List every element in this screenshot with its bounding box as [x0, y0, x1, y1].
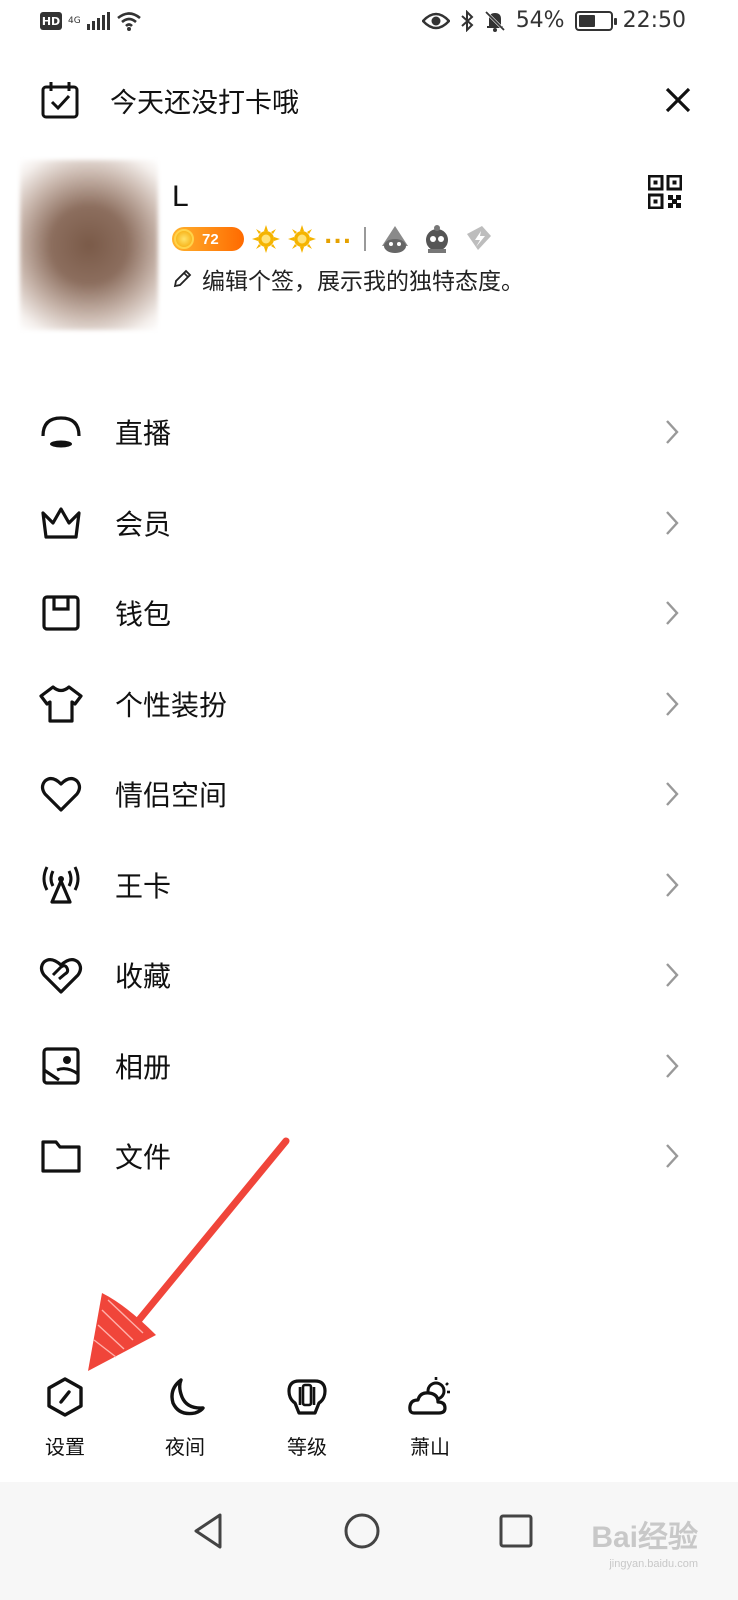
home-button[interactable]: [340, 1509, 384, 1553]
mute-bell-icon: [484, 10, 505, 32]
chevron-right-icon: [666, 1144, 679, 1169]
chevron-right-icon: [666, 963, 679, 988]
cellular-signal-icon: 4G: [68, 16, 81, 26]
close-button[interactable]: [656, 78, 700, 122]
favorite-icon: [38, 952, 84, 998]
wifi-icon: [116, 12, 141, 31]
menu-item-favorites[interactable]: 收藏: [0, 930, 738, 1021]
pencil-icon: [173, 269, 192, 288]
more-badges: ...: [324, 223, 353, 249]
battery-icon: [574, 10, 617, 31]
night-mode-button[interactable]: 夜间: [140, 1375, 230, 1460]
menu-item-album[interactable]: 相册: [0, 1021, 738, 1112]
level-button[interactable]: 等级: [262, 1375, 352, 1460]
chevron-right-icon: [666, 691, 679, 716]
chevron-right-icon: [666, 601, 679, 626]
chevron-right-icon: [666, 782, 679, 807]
pet-badge-icon: [382, 226, 409, 253]
menu-label: 个性装扮: [115, 688, 228, 722]
bolt-badge-icon: [467, 226, 492, 250]
settings-hexagon-icon: [47, 1377, 83, 1417]
badge-divider: [364, 227, 367, 251]
menu-label: 直播: [115, 417, 172, 451]
qr-code-button[interactable]: [647, 174, 683, 210]
chevron-right-icon: [666, 420, 679, 445]
crown-icon: [38, 500, 84, 546]
checkin-text: 今天还没打卡哦: [110, 87, 299, 119]
menu-label: 会员: [115, 507, 172, 541]
menu-item-couple[interactable]: 情侣空间: [0, 749, 738, 840]
checkin-row[interactable]: 今天还没打卡哦: [40, 74, 700, 126]
signature-row[interactable]: 编辑个签，展示我的独特态度。: [172, 262, 524, 296]
menu-label: 文件: [115, 1141, 172, 1175]
baidu-watermark: Bai经验 jingyan.baidu.com: [591, 1521, 698, 1570]
chevron-right-icon: [666, 1053, 679, 1078]
wings-icon: [287, 1379, 327, 1415]
moon-icon: [170, 1378, 205, 1416]
signal-bars-icon: [86, 12, 110, 30]
heart-icon: [38, 771, 84, 817]
settings-label: 设置: [45, 1435, 85, 1459]
wallet-icon: [38, 590, 84, 636]
calendar-check-icon: [41, 82, 79, 119]
menu-label: 王卡: [115, 869, 172, 903]
chevron-right-icon: [666, 872, 679, 897]
status-bar: HD 4G 54% 22:50: [0, 0, 738, 50]
coin-icon: [174, 229, 194, 249]
tshirt-icon: [38, 681, 84, 727]
bluetooth-icon: [461, 9, 474, 32]
sun-badge-icon: [252, 225, 280, 253]
hd-voice-icon: HD: [40, 12, 62, 30]
menu-item-files[interactable]: 文件: [0, 1111, 738, 1202]
folder-icon: [38, 1133, 84, 1179]
clock: 22:50: [622, 8, 686, 33]
settings-button[interactable]: 设置: [20, 1375, 110, 1460]
menu-label: 收藏: [115, 960, 172, 994]
eye-icon: [421, 12, 450, 29]
menu-label: 钱包: [115, 598, 172, 632]
menu-list: 直播 会员 钱包 个性装扮 情侣空间 王卡 收藏 相册 文件: [0, 387, 738, 1202]
cloud-sun-icon: [408, 1377, 450, 1415]
menu-item-theme[interactable]: 个性装扮: [0, 659, 738, 750]
menu-item-wallet[interactable]: 钱包: [0, 568, 738, 659]
menu-item-vip[interactable]: 会员: [0, 478, 738, 569]
system-nav-bar: Bai经验 jingyan.baidu.com: [0, 1482, 738, 1600]
weather-button[interactable]: 萧山: [385, 1375, 475, 1460]
album-icon: [38, 1043, 84, 1089]
avatar[interactable]: [20, 160, 158, 330]
menu-label: 情侣空间: [115, 779, 228, 813]
weather-label: 萧山: [410, 1435, 450, 1459]
close-icon: [665, 87, 691, 113]
sun-badge-icon: [288, 225, 316, 253]
back-button[interactable]: [188, 1509, 232, 1553]
menu-label: 相册: [115, 1050, 172, 1084]
menu-item-king-card[interactable]: 王卡: [0, 840, 738, 931]
level-label: 等级: [287, 1435, 327, 1459]
username[interactable]: L: [172, 180, 189, 214]
night-mode-label: 夜间: [165, 1435, 205, 1459]
signature-text: 编辑个签，展示我的独特态度。: [202, 269, 524, 295]
badge-row[interactable]: 72 ...: [172, 222, 496, 256]
chevron-right-icon: [666, 510, 679, 535]
robot-badge-icon: [426, 225, 449, 253]
signal-tower-icon: [38, 862, 84, 908]
battery-percent: 54%: [515, 8, 565, 33]
recents-button[interactable]: [494, 1509, 538, 1553]
quick-actions-bar: 设置 夜间 等级 萧山: [0, 1375, 738, 1465]
level-number: 72: [202, 230, 219, 248]
live-icon: [38, 409, 84, 455]
level-badge[interactable]: 72: [172, 227, 244, 251]
qr-code-icon: [647, 174, 683, 210]
menu-item-live[interactable]: 直播: [0, 387, 738, 478]
